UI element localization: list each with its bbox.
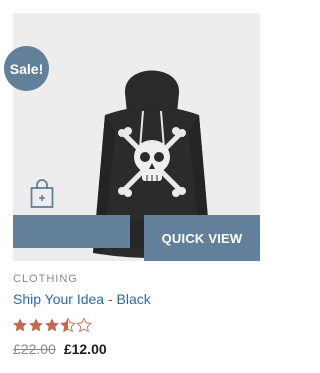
product-title[interactable]: Ship Your Idea - Black — [13, 291, 151, 307]
sale-badge-label: Sale! — [9, 60, 44, 77]
star-icon — [29, 318, 43, 332]
star-empty-icon — [76, 317, 92, 333]
add-to-cart-bar[interactable] — [13, 215, 130, 248]
old-price: £22.00 — [13, 341, 56, 357]
star-rating — [12, 317, 92, 333]
quick-view-button[interactable]: QUICK VIEW — [144, 215, 260, 261]
product-card[interactable]: Sale! QUICK VIEW CLOTHING Ship Your Idea… — [0, 0, 274, 373]
star-icon — [13, 318, 27, 332]
shopping-bag-icon[interactable] — [30, 179, 54, 209]
star-icon — [45, 318, 59, 332]
star-half-icon — [60, 317, 76, 333]
product-category[interactable]: CLOTHING — [13, 273, 78, 285]
price-row: £22.00 £12.00 — [13, 341, 107, 357]
sale-badge: Sale! — [4, 46, 49, 91]
quick-view-label: QUICK VIEW — [161, 230, 243, 246]
sale-price: £12.00 — [63, 341, 107, 357]
